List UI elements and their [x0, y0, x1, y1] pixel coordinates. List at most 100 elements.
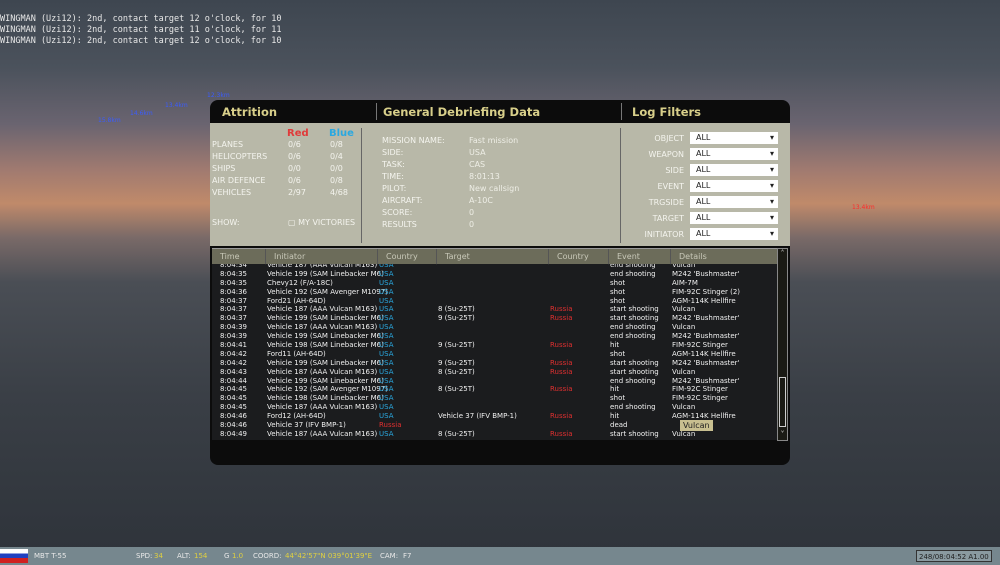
general-key: SCORE:	[382, 208, 413, 217]
attrition-red: 0/0	[288, 164, 301, 173]
cell-initiator: Vehicle 198 (SAM Linebacker M6)	[267, 341, 384, 350]
log-row[interactable]: 8:04:37 Vehicle 187 (AAA Vulcan M163) USA 8…	[212, 305, 777, 314]
cell-target-country: Russia	[550, 429, 573, 438]
filter-target-select[interactable]: ALL	[690, 212, 778, 224]
cell-time: 8:04:46	[220, 412, 247, 421]
cell-initiator: Vehicle 192 (SAM Avenger M1097)	[267, 385, 388, 394]
cell-details: FIM-92C Stinger	[672, 385, 728, 394]
cell-time: 8:04:37	[220, 296, 247, 305]
filter-initiator-select[interactable]: ALL	[690, 228, 778, 240]
attrition-red: 0/6	[288, 152, 301, 161]
cell-initiator: Ford11 (AH-64D)	[267, 349, 326, 358]
filter-object-select[interactable]: ALL	[690, 132, 778, 144]
cell-country: USA	[379, 429, 394, 438]
general-value: 8:01:13	[469, 172, 500, 181]
general-key: MISSION NAME:	[382, 136, 445, 145]
cell-initiator: Vehicle 187 (AAA Vulcan M163)	[267, 305, 378, 314]
filter-label: OBJECT	[654, 134, 684, 143]
filter-side-select[interactable]: ALL	[690, 164, 778, 176]
cell-target-country: Russia	[550, 385, 573, 394]
chat-line: WINGMAN (Uzi12): 2nd, contact target 12 …	[0, 14, 282, 24]
debriefing-panel: Attrition General Debriefing Data Log Fi…	[210, 100, 790, 465]
cell-initiator: Ford12 (AH-64D)	[267, 412, 326, 421]
col-event[interactable]: Event	[608, 249, 640, 265]
cell-target-country: Russia	[550, 305, 573, 314]
cell-event: hit	[610, 385, 620, 394]
col-target-country[interactable]: Country	[548, 249, 589, 265]
col-initiator[interactable]: Initiator	[265, 249, 305, 265]
col-country[interactable]: Country	[377, 249, 418, 265]
cell-target: 8 (Su-25T)	[438, 385, 475, 394]
log-row[interactable]: 8:04:45 Vehicle 187 (AAA Vulcan M163) USA e…	[212, 403, 777, 412]
log-row[interactable]: 8:04:45 Vehicle 192 (SAM Avenger M1097) US…	[212, 385, 777, 394]
cell-country: USA	[379, 394, 394, 403]
cell-country: USA	[379, 412, 394, 421]
log-table-header: Time Initiator Country Target Country Ev…	[212, 248, 788, 265]
cell-time: 8:04:37	[220, 314, 247, 323]
scene-label: 13.4km	[165, 102, 188, 109]
log-row[interactable]: 8:04:43 Vehicle 187 (AAA Vulcan M163) USA 8…	[212, 368, 777, 377]
scroll-up-icon[interactable]: ˄	[778, 249, 787, 259]
cell-event: end shooting	[610, 269, 656, 278]
cell-country: USA	[379, 332, 394, 341]
log-row[interactable]: 8:04:42 Vehicle 199 (SAM Linebacker M6) US…	[212, 359, 777, 368]
filter-weapon-select[interactable]: ALL	[690, 148, 778, 160]
log-scrollbar[interactable]: ˄ ˅	[777, 248, 788, 441]
summary-area: Red Blue PLANES 0/6 0/8 HELICOPTERS 0/6 0/4 SH…	[210, 123, 790, 246]
filter-label: SIDE	[665, 166, 684, 175]
log-row[interactable]: 8:04:35 Vehicle 199 (SAM Linebacker M6) US…	[212, 270, 777, 279]
scene-label: 12.3km	[207, 92, 230, 99]
col-details[interactable]: Details	[670, 249, 707, 265]
general-key: RESULTS	[382, 220, 417, 229]
log-row[interactable]: 8:04:45 Vehicle 198 (SAM Linebacker M6) US…	[212, 394, 777, 403]
cell-time: 8:04:46	[220, 421, 247, 430]
log-row[interactable]: 8:04:35 Chevy12 (F/A-18C) USA shot AIM-7M	[212, 279, 777, 288]
spd-label: SPD:	[136, 552, 153, 560]
scroll-down-icon[interactable]: ˅	[778, 430, 787, 440]
general-key: TIME:	[382, 172, 404, 181]
cell-initiator: Vehicle 187 (AAA Vulcan M163)	[267, 429, 378, 438]
tooltip: Vulcan	[680, 420, 713, 431]
log-row[interactable]: 8:04:37 Ford21 (AH-64D) USA shot AGM-114K He…	[212, 297, 777, 306]
filter-label: EVENT	[657, 182, 684, 191]
col-time[interactable]: Time	[212, 249, 240, 265]
cell-country: USA	[379, 323, 394, 332]
cell-event: start shooting	[610, 367, 659, 376]
log-row[interactable]: 8:04:44 Vehicle 199 (SAM Linebacker M6) US…	[212, 377, 777, 386]
cell-initiator: Vehicle 192 (SAM Avenger M1097)	[267, 287, 388, 296]
cell-event: shot	[610, 296, 626, 305]
cam-value: F7	[403, 552, 412, 560]
log-row[interactable]: 8:04:42 Ford11 (AH-64D) USA shot AGM-114K He…	[212, 350, 777, 359]
log-row[interactable]: 8:04:37 Vehicle 199 (SAM Linebacker M6) US…	[212, 314, 777, 323]
log-row[interactable]: 8:04:41 Vehicle 198 (SAM Linebacker M6) US…	[212, 341, 777, 350]
show-label: SHOW:	[212, 218, 240, 227]
attrition-red: 0/6	[288, 176, 301, 185]
general-key: SIDE:	[382, 148, 404, 157]
cell-country: USA	[379, 305, 394, 314]
filter-label: TRGSIDE	[648, 198, 684, 207]
cell-details: AIM-7M	[672, 278, 698, 287]
cell-target: Vehicle 37 (IFV BMP-1)	[438, 412, 517, 421]
attrition-blue: 4/68	[330, 188, 348, 197]
log-row[interactable]: 8:04:39 Vehicle 199 (SAM Linebacker M6) US…	[212, 332, 777, 341]
cell-time: 8:04:42	[220, 349, 247, 358]
coord-label: COORD:	[253, 552, 282, 560]
cell-event: hit	[610, 412, 620, 421]
cell-event: start shooting	[610, 429, 659, 438]
my-victories-checkbox[interactable]: ▢ MY VICTORIES	[288, 218, 355, 227]
scene-label: 14.6km	[130, 110, 153, 117]
scroll-thumb[interactable]	[779, 377, 786, 427]
general-value: 0	[469, 208, 475, 217]
filter-event-select[interactable]: ALL	[690, 180, 778, 192]
coord-value: 44°42'57"N 039°01'39"E	[285, 552, 373, 560]
log-row[interactable]: 8:04:49 Vehicle 187 (AAA Vulcan M163) USA 8…	[212, 430, 777, 439]
log-row[interactable]: 8:04:36 Vehicle 192 (SAM Avenger M1097) US…	[212, 288, 777, 297]
chat-log: WINGMAN (Uzi12): 2nd, contact target 12 …	[0, 14, 281, 47]
general-value: New callsign	[469, 184, 520, 193]
col-target[interactable]: Target	[436, 249, 470, 265]
log-row[interactable]: 8:04:39 Vehicle 187 (AAA Vulcan M163) USA e…	[212, 323, 777, 332]
cell-event: dead	[610, 421, 628, 430]
filter-trgside-select[interactable]: ALL	[690, 196, 778, 208]
attrition-red: 0/6	[288, 140, 301, 149]
cell-target: 8 (Su-25T)	[438, 429, 475, 438]
